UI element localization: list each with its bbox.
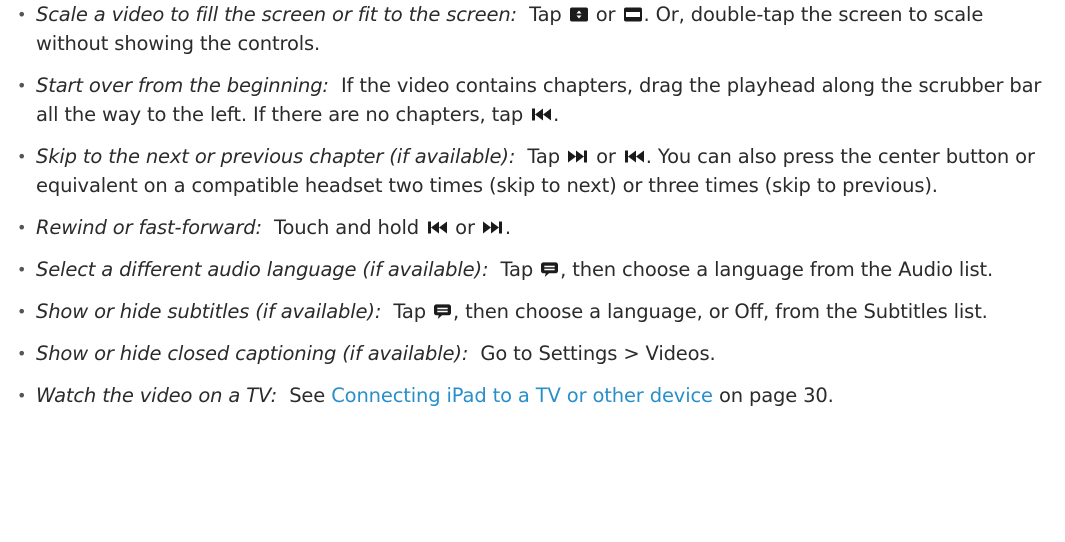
speech-bubble-icon (433, 303, 452, 320)
item-lead: Rewind or fast-forward: (36, 216, 262, 239)
scale-fill-icon (569, 6, 589, 23)
scale-fit-icon (623, 6, 643, 23)
skip-back-icon (623, 148, 645, 165)
bullet-dot: • (17, 147, 27, 166)
list-item-watch-on-tv: • Watch the video on a TV: See Connecting… (16, 381, 1056, 410)
list-item-subtitles: • Show or hide subtitles (if available):… (16, 297, 1056, 326)
item-lead: Show or hide subtitles (if available): (36, 300, 382, 323)
list-item-skip-chapter: • Skip to the next or previous chapter (… (16, 142, 1056, 200)
list-item-start-over: • Start over from the beginning: If the v… (16, 71, 1056, 129)
tv-connection-link[interactable]: Connecting iPad to a TV or other device (331, 384, 713, 407)
bullet-list: • Scale a video to fill the screen or fi… (16, 0, 1056, 423)
item-lead: Start over from the beginning: (36, 74, 329, 97)
item-lead: Select a different audio language (if av… (36, 258, 489, 281)
bullet-dot: • (17, 76, 27, 95)
skip-forward-icon (482, 219, 504, 236)
bullet-dot: • (17, 386, 27, 405)
list-item-scale: • Scale a video to fill the screen or fi… (16, 0, 1056, 58)
bullet-dot: • (17, 344, 27, 363)
skip-forward-icon (567, 148, 589, 165)
list-item-audio-language: • Select a different audio language (if … (16, 255, 1056, 284)
list-item-closed-captioning: • Show or hide closed captioning (if ava… (16, 339, 1056, 368)
speech-bubble-icon (540, 261, 559, 278)
bullet-dot: • (17, 260, 27, 279)
item-lead: Scale a video to fill the screen or fit … (36, 3, 517, 26)
skip-back-icon (530, 106, 552, 123)
skip-back-icon (426, 219, 448, 236)
bullet-dot: • (17, 5, 27, 24)
list-item-rewind: • Rewind or fast-forward: Touch and hold … (16, 213, 1056, 242)
item-lead: Skip to the next or previous chapter (if… (36, 145, 516, 168)
item-lead: Watch the video on a TV: (36, 384, 278, 407)
bullet-dot: • (17, 302, 27, 321)
bullet-dot: • (17, 218, 27, 237)
item-lead: Show or hide closed captioning (if avail… (36, 342, 469, 365)
